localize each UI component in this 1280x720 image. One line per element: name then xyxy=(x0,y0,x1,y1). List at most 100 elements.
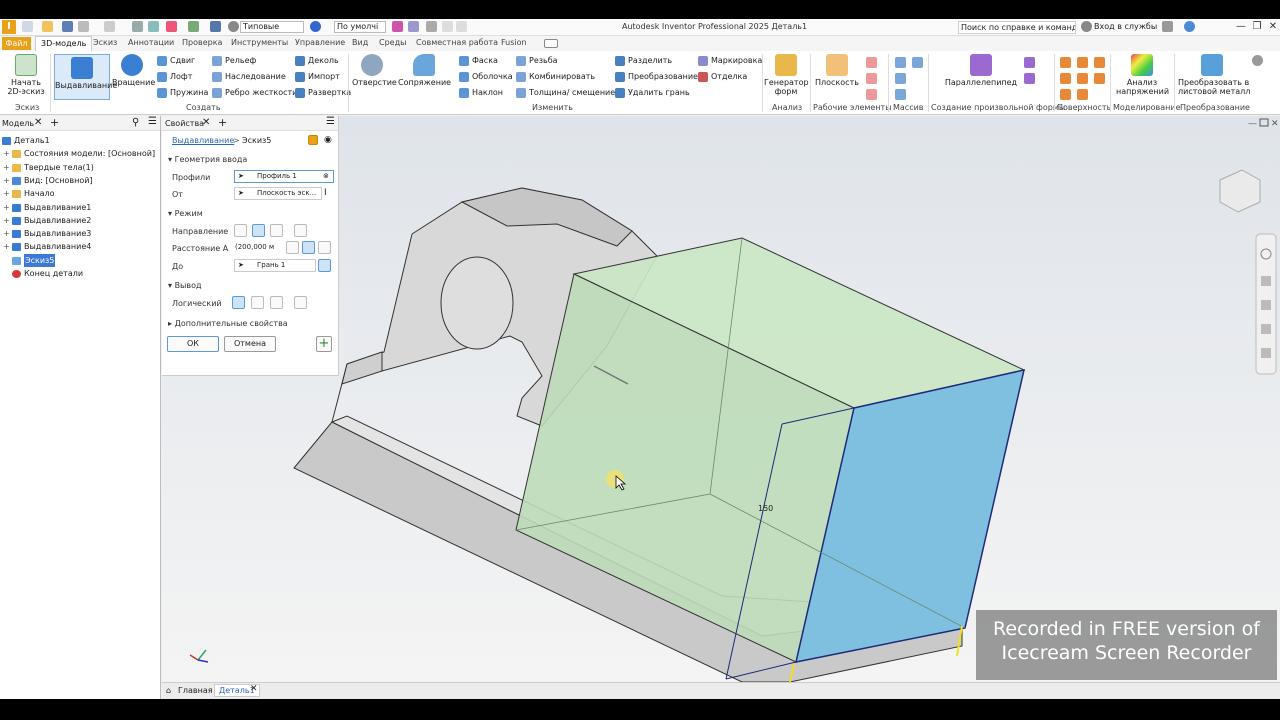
mirror-icon[interactable] xyxy=(912,57,923,68)
select-icon[interactable] xyxy=(148,21,159,32)
search-icon[interactable]: ⚲ xyxy=(132,117,139,128)
draft-button[interactable]: Наклон xyxy=(459,87,503,99)
ruled-surface-icon[interactable] xyxy=(1077,73,1088,84)
expand-icon[interactable]: + xyxy=(3,214,10,227)
redo-icon[interactable] xyxy=(104,21,115,32)
new-file-icon[interactable] xyxy=(22,21,33,32)
restore-icon[interactable]: ❐ xyxy=(1250,20,1264,34)
coil-button[interactable]: Пружина xyxy=(157,87,208,99)
breadcrumb-operation[interactable]: Выдавливание xyxy=(172,136,234,145)
decal-button[interactable]: Деколь xyxy=(295,55,339,67)
add-tab-icon[interactable]: + xyxy=(50,116,59,129)
tab-file[interactable]: Файл xyxy=(2,37,31,50)
appearance-icon[interactable] xyxy=(310,21,321,32)
menu-icon[interactable]: ☰ xyxy=(326,116,335,127)
profiles-field[interactable]: Профиль 1 ➤ ⊗ xyxy=(234,170,334,183)
tree-item[interactable]: + Выдавливание3 xyxy=(0,227,160,240)
tab-annotate[interactable]: Аннотации xyxy=(128,38,174,47)
rib-button[interactable]: Ребро жесткости xyxy=(212,87,297,99)
chamfer-button[interactable]: Фаска xyxy=(459,55,498,67)
tree-item[interactable]: + Вид: [Основной] xyxy=(0,174,160,187)
apply-add-button[interactable]: + xyxy=(316,336,332,352)
thicken-button[interactable]: Толщина/ смещение xyxy=(516,87,615,99)
ribbon-settings-icon[interactable] xyxy=(1252,55,1263,66)
inventor-logo-icon[interactable]: I xyxy=(2,20,16,34)
clear-selection-icon[interactable]: ⊗ xyxy=(323,171,329,182)
tab-view[interactable]: Вид xyxy=(352,38,368,47)
transform-button[interactable]: Преобразование xyxy=(615,71,698,83)
start-sketch-button[interactable]: Начать 2D-эскиз xyxy=(6,54,46,96)
intersect-icon[interactable] xyxy=(270,296,283,309)
mark-button[interactable]: Маркировка xyxy=(698,55,762,67)
zoom-icon[interactable] xyxy=(1261,300,1271,310)
pan-icon[interactable] xyxy=(1261,276,1271,286)
tree-item[interactable]: Деталь1 xyxy=(0,134,160,147)
to-field[interactable]: Грань 1 ➤ xyxy=(234,259,316,272)
sketch-plane-icon[interactable]: I xyxy=(324,188,327,198)
sweep-button[interactable]: Сдвиг xyxy=(157,55,195,67)
loft-button[interactable]: Лофт xyxy=(157,71,192,83)
thread-button[interactable]: Резьба xyxy=(516,55,558,67)
ok-button[interactable]: ОК xyxy=(167,336,219,352)
through-all-icon[interactable] xyxy=(318,241,331,254)
import-button[interactable]: Импорт xyxy=(295,71,340,83)
home-icon[interactable]: ⌂ xyxy=(166,686,171,695)
direct-edit-button[interactable]: Отделка xyxy=(698,71,747,83)
expand-icon[interactable]: + xyxy=(3,240,10,253)
tab-collaborate[interactable]: Совместная работа xyxy=(416,38,498,47)
tree-item[interactable]: + Выдавливание2 xyxy=(0,214,160,227)
orbit-icon[interactable] xyxy=(1261,324,1271,334)
expand-icon[interactable]: + xyxy=(3,174,10,187)
material-select[interactable]: Типовые xyxy=(240,21,304,33)
save-icon[interactable] xyxy=(62,21,73,32)
shell-button[interactable]: Оболочка xyxy=(459,71,513,83)
help-search-input[interactable]: Поиск по справке и командам xyxy=(958,21,1076,34)
menu-icon[interactable]: ☰ xyxy=(148,116,157,127)
viewport-minimize-icon[interactable]: — xyxy=(1248,119,1257,129)
properties-tab[interactable]: Свойства xyxy=(165,119,204,128)
trim-icon[interactable] xyxy=(1094,57,1105,68)
dimension-value[interactable]: 150 xyxy=(758,504,773,513)
derive-button[interactable]: Наследование xyxy=(212,71,286,83)
cut-icon[interactable] xyxy=(251,296,264,309)
section-input-geometry[interactable]: ▾ Геометрия ввода xyxy=(168,155,247,164)
direction-symmetric-icon[interactable] xyxy=(270,224,283,237)
add-icon[interactable] xyxy=(442,21,453,32)
tab-environments[interactable]: Среды xyxy=(379,38,406,47)
add-tab-icon[interactable]: + xyxy=(218,116,227,129)
more-icon[interactable] xyxy=(456,21,467,32)
stress-analysis-button[interactable]: Анализ напряжений xyxy=(1116,54,1169,96)
combine-button[interactable]: Комбинировать xyxy=(516,71,595,83)
work-axis-icon[interactable] xyxy=(866,57,877,68)
sign-in-link[interactable]: Вход в службы xyxy=(1094,22,1157,31)
freeform-shape-icon[interactable] xyxy=(1024,57,1035,68)
tab-tools[interactable]: Инструменты xyxy=(231,38,288,47)
fx-icon[interactable] xyxy=(426,21,437,32)
tab-fusion[interactable]: Fusion xyxy=(501,38,527,47)
extend-icon[interactable] xyxy=(1094,73,1105,84)
section-advanced[interactable]: ▸ Дополнительные свойства xyxy=(168,319,288,328)
revolve-button[interactable]: Вращение xyxy=(112,54,155,87)
update-icon[interactable] xyxy=(188,21,199,32)
from-field[interactable]: Плоскость эск... ➤ xyxy=(234,187,322,200)
home-icon[interactable] xyxy=(132,21,143,32)
expand-icon[interactable]: + xyxy=(3,187,10,200)
open-file-icon[interactable] xyxy=(42,21,53,32)
help-icon[interactable] xyxy=(1184,21,1195,32)
hole-button[interactable]: Отверстие xyxy=(352,54,397,87)
tree-item[interactable]: + Начало xyxy=(0,187,160,200)
expand-icon[interactable]: + xyxy=(3,227,10,240)
close-icon[interactable]: ✕ xyxy=(34,117,42,128)
distance-options-icon[interactable] xyxy=(286,241,299,254)
close-icon[interactable]: ✕ xyxy=(202,117,210,128)
unfold-button[interactable]: Развертка xyxy=(295,87,351,99)
tree-item[interactable]: + Выдавливание4 xyxy=(0,240,160,253)
split-button[interactable]: Разделить xyxy=(615,55,672,67)
boundary-patch-icon[interactable] xyxy=(1060,89,1071,100)
tab-3d-model[interactable]: 3D-модель xyxy=(35,36,93,51)
ucs-icon[interactable] xyxy=(866,89,877,100)
convert-sheet-button[interactable]: Преобразовать в листовой металл xyxy=(1178,54,1250,96)
panel-options-icon[interactable] xyxy=(544,39,558,48)
emboss-button[interactable]: Рельеф xyxy=(212,55,256,67)
close-icon[interactable]: ✕ xyxy=(1266,20,1280,34)
